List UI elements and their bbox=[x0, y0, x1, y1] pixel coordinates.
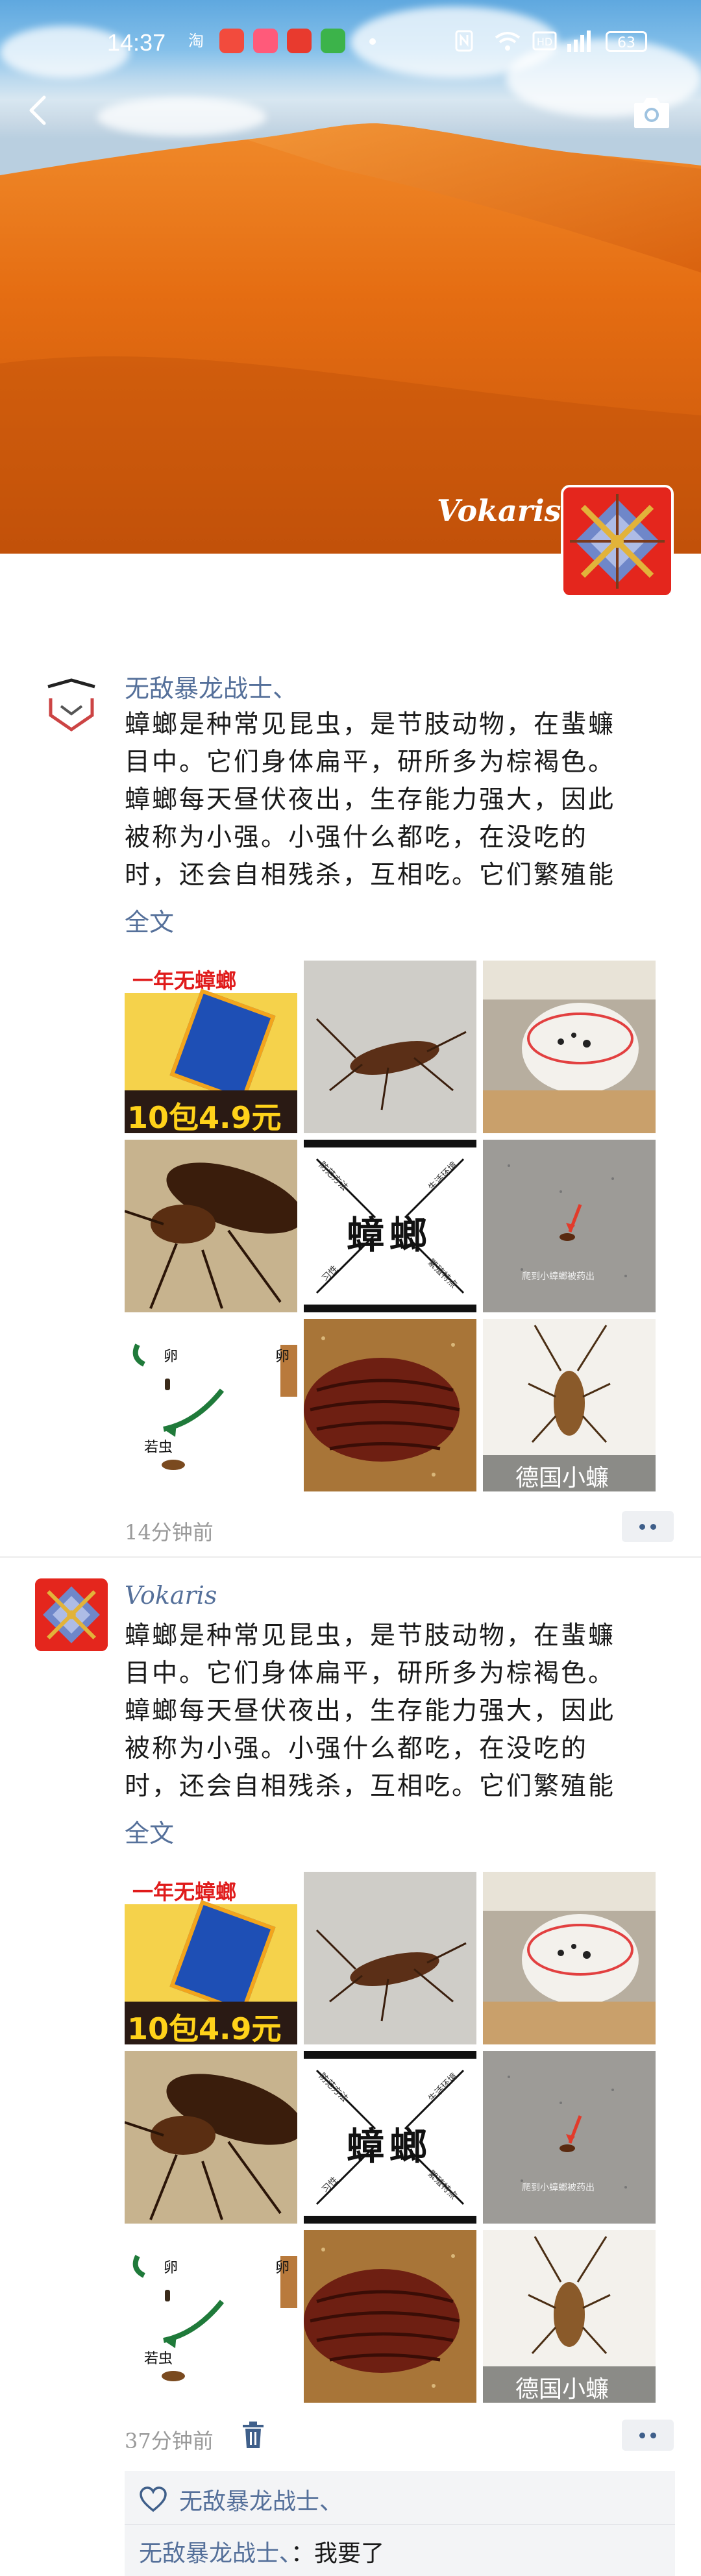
photo-cockroach-closeup[interactable] bbox=[125, 1140, 297, 1312]
post-text-line: 蟑螂每天昼伏夜出，生存能力强大，因此 bbox=[125, 1697, 616, 1726]
photo-mindmap[interactable]: 蟑螂 防范方法 生活环境 习性 繁殖特点 bbox=[304, 1140, 476, 1312]
post-text-line: 蟑螂每天昼伏夜出，生存能力强大，因此 bbox=[125, 785, 616, 815]
photo-ad[interactable]: 一年无蟑螂 10包4.9元 bbox=[125, 961, 297, 1133]
photo-ad[interactable]: 一年无蟑螂 10包4.9元 bbox=[125, 1872, 297, 2044]
photo-eggs-in-box[interactable] bbox=[483, 1872, 656, 2044]
post-text: 蟑螂是种常见昆虫，是节肢动物，在蜚蠊 目中。它们身体扁平，研所多为棕褐色。 蟑螂… bbox=[125, 706, 667, 894]
photo-grid: 一年无蟑螂 10包4.9元 蟑螂 防范方法 生活环境 习性 繁殖特点 爬到小蟑螂… bbox=[125, 1872, 656, 2403]
ad-price: 10包4.9元 bbox=[127, 1100, 282, 1133]
back-button[interactable] bbox=[19, 91, 58, 130]
likes-divider bbox=[125, 2524, 675, 2525]
app-green-icon bbox=[321, 29, 345, 53]
more-actions-button[interactable] bbox=[622, 2420, 674, 2451]
post-text-line: 被称为小强。小强什么都吃，在没吃的 bbox=[125, 823, 589, 852]
photo-lifecycle[interactable]: 卵 卵 若虫 bbox=[125, 1319, 297, 1491]
ad-headline: 一年无蟑螂 bbox=[132, 1880, 237, 1904]
full-text-link[interactable]: 全文 bbox=[125, 1813, 174, 1849]
svg-text:HD: HD bbox=[537, 36, 552, 48]
lifecycle-egg-label: 卵 bbox=[164, 2260, 178, 2276]
photo-cockroach-on-floor[interactable] bbox=[304, 1872, 476, 2044]
battery-icon: 63 bbox=[606, 31, 647, 52]
comment-user[interactable]: 无敌暴龙战士、 bbox=[139, 2540, 291, 2567]
app-pink-icon bbox=[253, 29, 278, 53]
wifi-icon bbox=[495, 32, 521, 51]
more-actions-button[interactable] bbox=[622, 1511, 674, 1542]
photo-cockroach-on-floor[interactable] bbox=[304, 961, 476, 1133]
cover-user-name[interactable]: Vokaris bbox=[437, 493, 561, 528]
lifecycle-egg-label: 卵 bbox=[275, 2260, 290, 2276]
liker-name[interactable]: 无敌暴龙战士、 bbox=[179, 2483, 343, 2516]
post-time: 14分钟前 bbox=[125, 1520, 214, 1545]
post-text-line: 时，还会自相残杀，互相吃。它们繁殖能 bbox=[125, 861, 616, 890]
photo-floor-cockroach[interactable]: 爬到小蟑螂被药出 bbox=[483, 1140, 656, 1312]
likes-row: 无敌暴龙战士、 bbox=[139, 2484, 343, 2515]
app-red-icon bbox=[287, 29, 312, 53]
nfc-icon bbox=[455, 30, 473, 52]
full-text-link[interactable]: 全文 bbox=[125, 902, 174, 938]
post-time: 37分钟前 bbox=[125, 2429, 214, 2453]
app-badge-icon bbox=[219, 29, 244, 53]
german-cockroach-label: 德国小蠊 bbox=[515, 1465, 609, 1491]
post-text-line: 蟑螂是种常见昆虫，是节肢动物，在蜚蠊 bbox=[125, 710, 616, 739]
lifecycle-egg-label: 卵 bbox=[164, 1349, 178, 1365]
post-divider bbox=[0, 1556, 701, 1558]
floor-caption: 爬到小蟑螂被药出 bbox=[522, 1271, 595, 1282]
comment-separator: ： bbox=[291, 2540, 315, 2567]
likes-comments-panel: 无敌暴龙战士、 无敌暴龙战士、：我要了 bbox=[125, 2471, 675, 2576]
signal-icon bbox=[567, 31, 591, 52]
post-user-name[interactable]: 无敌暴龙战士、 bbox=[125, 669, 297, 704]
lifecycle-nymph-label: 若虫 bbox=[144, 2351, 173, 2367]
status-bar: 14:37 淘 HD 63 bbox=[0, 0, 701, 88]
photo-grid: 一年无蟑螂 10包4.9元 蟑螂 防范方法 生活环境 习性 繁殖特点 爬到小蟑螂… bbox=[125, 961, 656, 1491]
user-avatar[interactable] bbox=[35, 1578, 108, 1651]
post-text-line: 时，还会自相残杀，互相吃。它们繁殖能 bbox=[125, 1772, 616, 1801]
photo-hissing-cockroach[interactable] bbox=[304, 1319, 476, 1491]
post-user-name[interactable]: Vokaris bbox=[125, 1581, 217, 1610]
mindmap-title: 蟑螂 bbox=[347, 2124, 433, 2168]
comment-item[interactable]: 无敌暴龙战士、：我要了 bbox=[139, 2534, 384, 2568]
post-text-line: 被称为小强。小强什么都吃，在没吃的 bbox=[125, 1734, 589, 1763]
hd-icon: HD bbox=[532, 31, 557, 51]
status-time: 14:37 bbox=[107, 29, 166, 56]
comment-text: 我要了 bbox=[314, 2540, 385, 2567]
lifecycle-egg-label: 卵 bbox=[275, 1349, 290, 1365]
photo-german-cockroach[interactable]: 德国小蠊 bbox=[483, 2230, 656, 2403]
photo-hissing-cockroach[interactable] bbox=[304, 2230, 476, 2403]
photo-mindmap[interactable]: 蟑螂 防范方法 生活环境 习性 繁殖特点 bbox=[304, 2051, 476, 2224]
photo-german-cockroach[interactable]: 德国小蠊 bbox=[483, 1319, 656, 1491]
notification-dot bbox=[369, 38, 376, 45]
post-text-line: 目中。它们身体扁平，研所多为棕褐色。 bbox=[125, 748, 616, 777]
photo-cockroach-closeup[interactable] bbox=[125, 2051, 297, 2224]
user-avatar[interactable] bbox=[35, 667, 108, 740]
camera-icon[interactable] bbox=[632, 94, 672, 130]
photo-floor-cockroach[interactable]: 爬到小蟑螂被药出 bbox=[483, 2051, 656, 2224]
post-text-line: 蟑螂是种常见昆虫，是节肢动物，在蜚蠊 bbox=[125, 1621, 616, 1650]
profile-avatar[interactable] bbox=[561, 485, 674, 598]
heart-icon bbox=[140, 2486, 167, 2512]
post-text-line: 目中。它们身体扁平，研所多为棕褐色。 bbox=[125, 1659, 616, 1688]
lifecycle-nymph-label: 若虫 bbox=[144, 1440, 173, 1456]
ad-price: 10包4.9元 bbox=[127, 2011, 282, 2044]
post-text: 蟑螂是种常见昆虫，是节肢动物，在蜚蠊 目中。它们身体扁平，研所多为棕褐色。 蟑螂… bbox=[125, 1617, 667, 1806]
photo-eggs-in-box[interactable] bbox=[483, 961, 656, 1133]
german-cockroach-label: 德国小蠊 bbox=[515, 2376, 609, 2403]
mindmap-title: 蟑螂 bbox=[347, 1213, 433, 1257]
ad-headline: 一年无蟑螂 bbox=[132, 968, 237, 993]
floor-caption: 爬到小蟑螂被药出 bbox=[522, 2183, 595, 2193]
delete-icon[interactable] bbox=[240, 2421, 266, 2449]
taobao-icon: 淘 bbox=[188, 32, 204, 50]
photo-lifecycle[interactable]: 卵 卵 若虫 bbox=[125, 2230, 297, 2403]
cover-image[interactable]: 14:37 淘 HD 63 Vokaris bbox=[0, 0, 701, 554]
